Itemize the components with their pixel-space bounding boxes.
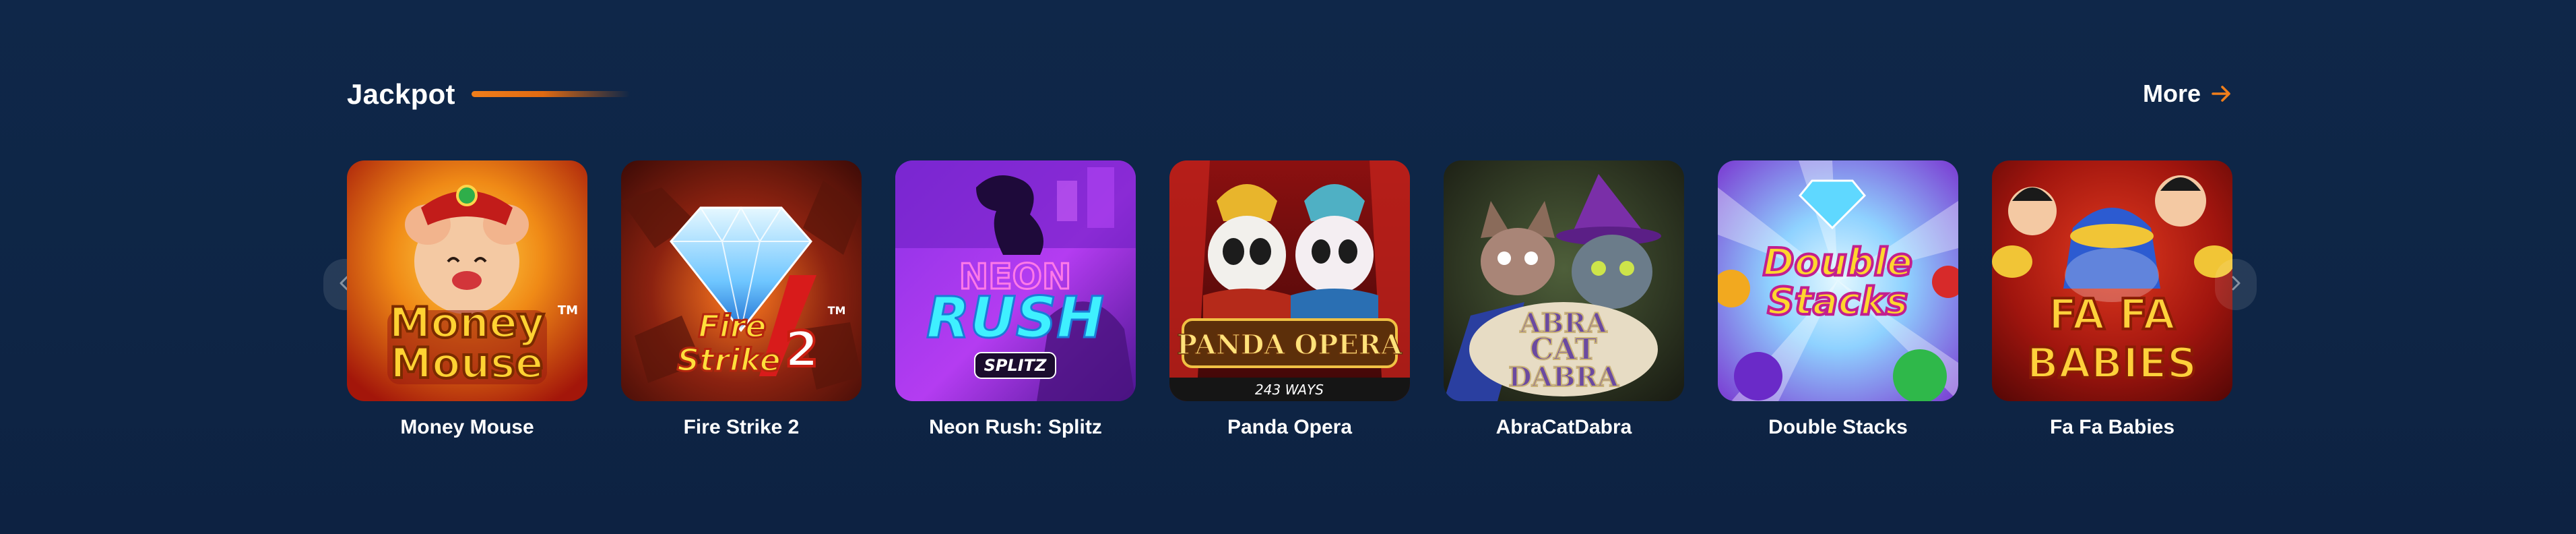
game-card-double-stacks[interactable]: Double Stacks Double Stacks: [1718, 160, 1958, 439]
chevron-right-icon: [2227, 274, 2245, 295]
logo-mark: TM: [828, 304, 846, 317]
game-thumbnail[interactable]: ABRA CAT DABRA: [1444, 160, 1684, 401]
game-thumbnail[interactable]: FA FA BABIES: [1992, 160, 2232, 401]
game-title[interactable]: Fire Strike 2: [621, 416, 862, 439]
logo-line-1: PANDA OPERA: [1177, 329, 1403, 361]
game-card-panda-opera[interactable]: PANDA OPERA 243 WAYS Panda Opera: [1169, 160, 1410, 439]
logo-line-2: Mouse: [390, 338, 543, 388]
game-card-money-mouse[interactable]: Money Mouse TM Money Mouse: [347, 160, 587, 439]
game-card-fa-fa-babies[interactable]: FA FA BABIES Fa Fa Babies: [1992, 160, 2232, 439]
game-card-fire-strike-2[interactable]: Fire Strike 2 TM Fire Strike 2: [621, 160, 862, 439]
more-label: More: [2142, 80, 2201, 107]
logo-badge: SPLITZ: [984, 356, 1047, 375]
game-logo: FA FA BABIES: [2026, 289, 2199, 389]
logo-line-2: BABIES: [2027, 338, 2197, 388]
game-card-neon-rush-splitz[interactable]: NEON RUSH SPLITZ Neon Rush: Splitz: [895, 160, 1136, 439]
logo-mark: TM: [558, 303, 578, 318]
game-thumbnail[interactable]: NEON RUSH SPLITZ: [895, 160, 1136, 401]
jackpot-section: Jackpot More Money Mouse TM Money Mouse …: [0, 0, 2576, 534]
game-title[interactable]: AbraCatDabra: [1444, 416, 1684, 439]
game-title[interactable]: Money Mouse: [347, 416, 587, 439]
logo-subtitle: 243 WAYS: [1255, 382, 1324, 398]
logo-line-2: RUSH: [926, 285, 1104, 351]
logo-line-1: Fire: [698, 308, 766, 345]
logo-line-1: Double: [1763, 241, 1912, 285]
game-logo: Money Mouse TM: [388, 297, 579, 389]
logo-line-3: DABRA: [1508, 361, 1619, 393]
section-header: Jackpot More: [347, 74, 2233, 115]
title-accent-underline: [472, 91, 630, 97]
game-logo: Fire Strike 2 TM: [676, 304, 846, 380]
logo-line-1: FA FA: [2049, 290, 2175, 339]
game-logo: ABRA CAT DABRA: [1508, 307, 1620, 394]
logo-line-2: Stacks: [1768, 280, 1908, 324]
more-link[interactable]: More: [2143, 80, 2233, 108]
carousel-next-button[interactable]: [2215, 259, 2257, 310]
logo-number: 2: [785, 321, 818, 378]
game-logo: Double Stacks: [1762, 239, 1914, 325]
game-thumbnail[interactable]: Fire Strike 2 TM: [621, 160, 862, 401]
game-logo: NEON RUSH SPLITZ: [926, 256, 1105, 379]
game-thumbnail[interactable]: Double Stacks: [1718, 160, 1958, 401]
games-row: Money Mouse TM Money Mouse Fire Strike 2…: [347, 160, 2232, 439]
section-title: Jackpot: [347, 78, 455, 110]
game-title[interactable]: Panda Opera: [1169, 416, 1410, 439]
game-thumbnail[interactable]: Money Mouse TM: [347, 160, 587, 401]
arrow-right-icon: [2210, 82, 2233, 105]
game-card-abracatdabra[interactable]: ABRA CAT DABRA AbraCatDabra: [1444, 160, 1684, 439]
game-title[interactable]: Double Stacks: [1718, 416, 1958, 439]
game-logo: PANDA OPERA 243 WAYS: [1176, 318, 1403, 398]
game-title[interactable]: Fa Fa Babies: [1992, 416, 2232, 439]
game-title[interactable]: Neon Rush: Splitz: [895, 416, 1136, 439]
logo-line-2: Strike: [677, 342, 781, 378]
game-thumbnail[interactable]: PANDA OPERA 243 WAYS: [1169, 160, 1410, 401]
games-carousel: Money Mouse TM Money Mouse Fire Strike 2…: [323, 160, 2257, 457]
